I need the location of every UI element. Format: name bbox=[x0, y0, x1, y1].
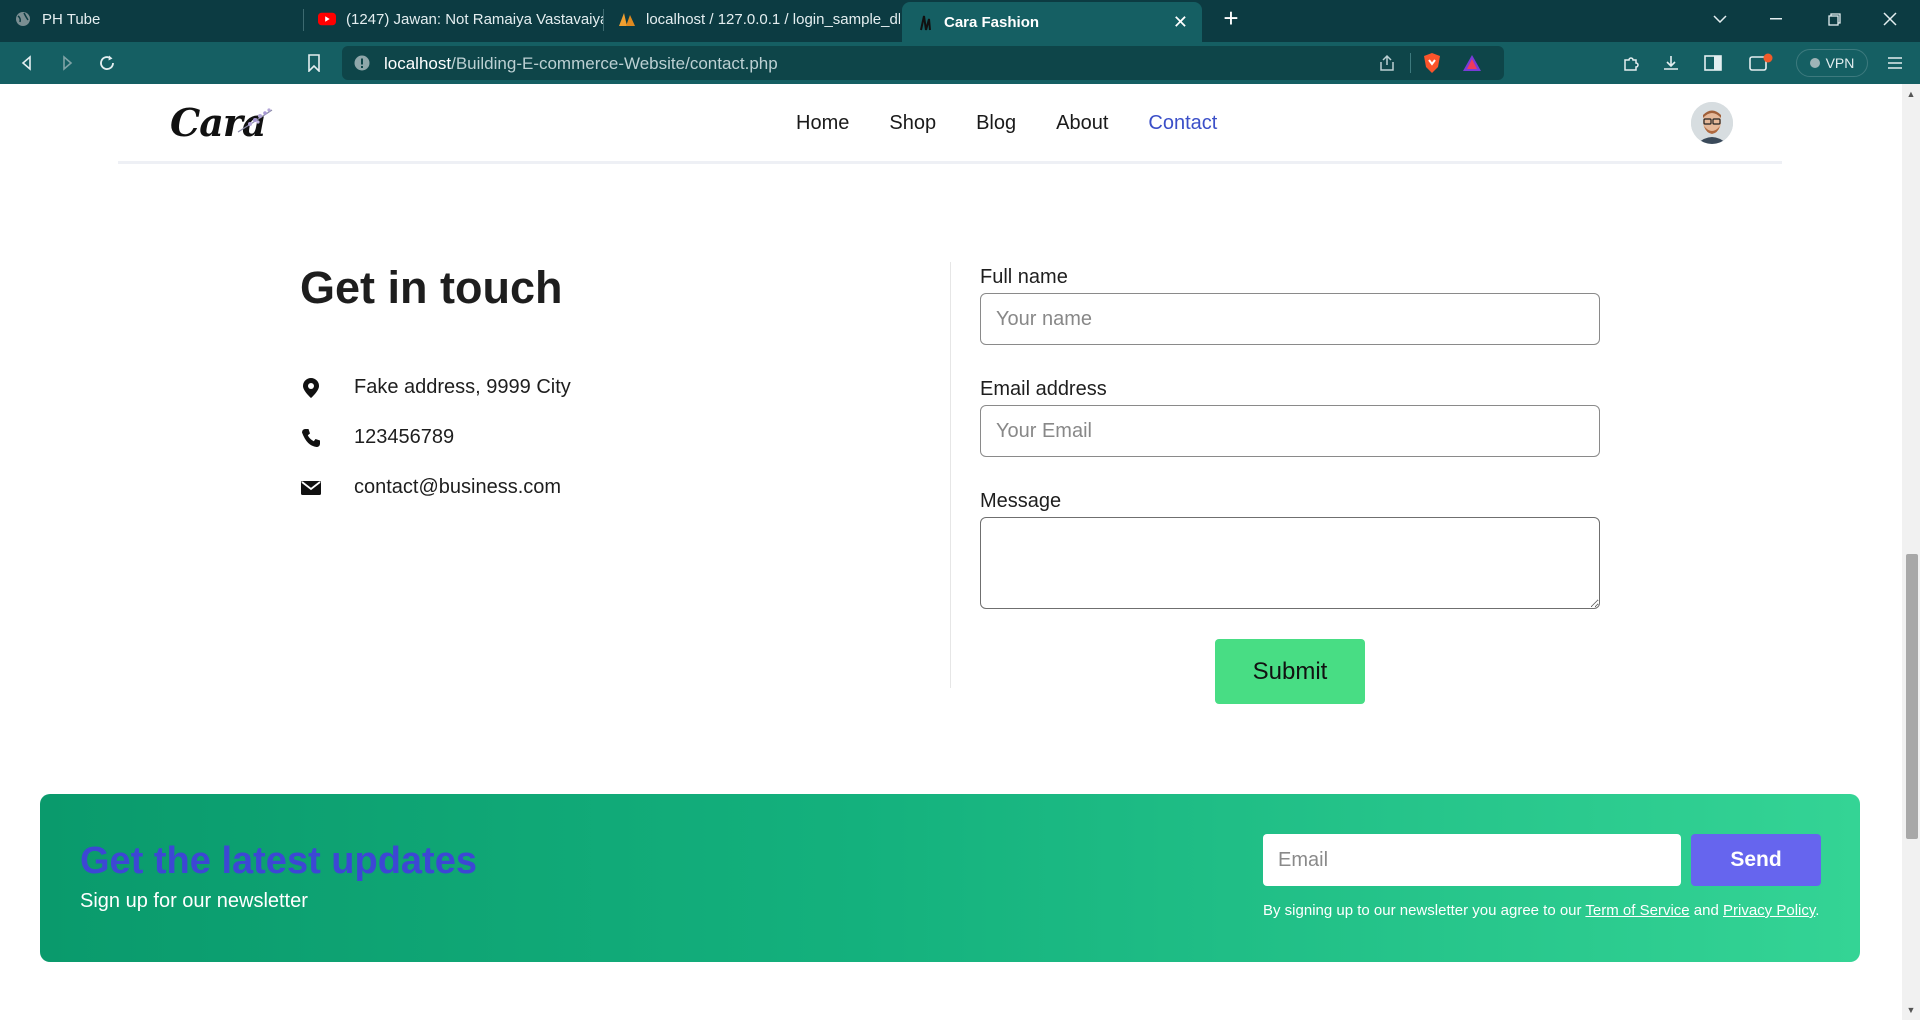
url-text: localhost/Building-E-commerce-Website/co… bbox=[384, 54, 778, 73]
tab-title: Cara Fashion bbox=[944, 13, 1040, 31]
bookmark-icon bbox=[308, 54, 320, 72]
full-name-label: Full name bbox=[980, 266, 1068, 288]
phpmyadmin-icon bbox=[618, 10, 636, 28]
reload-icon bbox=[100, 55, 114, 70]
wallet-icon bbox=[1749, 53, 1773, 71]
browser-tab-bar: PH Tube (1247) Jawan: Not Ramaiya Vastav… bbox=[0, 0, 1920, 42]
sidebar-icon bbox=[1704, 55, 1722, 71]
close-icon[interactable]: ✕ bbox=[1173, 12, 1188, 33]
email-input[interactable] bbox=[980, 405, 1600, 457]
download-icon bbox=[1664, 56, 1678, 70]
forward-button[interactable] bbox=[52, 48, 82, 78]
page-scrollbar[interactable]: ▲ ▼ bbox=[1902, 84, 1920, 1020]
send-button[interactable]: Send bbox=[1691, 834, 1821, 886]
main-nav: Home Shop Blog About Contact bbox=[796, 112, 1217, 135]
vpn-button[interactable]: VPN bbox=[1796, 49, 1868, 77]
privacy-policy-link[interactable]: Privacy Policy bbox=[1723, 902, 1815, 919]
page-title: Get in touch bbox=[300, 262, 563, 313]
phone-row: 123456789 bbox=[300, 426, 454, 449]
avatar[interactable] bbox=[1691, 102, 1733, 144]
browser-toolbar: localhost/Building-E-commerce-Website/co… bbox=[0, 42, 1920, 84]
web-page: Cara Home Shop Blog About Contact Get in… bbox=[0, 84, 1902, 1020]
newsletter-banner: Get the latest updates Sign up for our n… bbox=[40, 794, 1860, 962]
envelope-icon bbox=[300, 477, 322, 499]
scroll-up-icon[interactable]: ▲ bbox=[1906, 89, 1916, 99]
extensions-button[interactable] bbox=[1616, 48, 1646, 78]
newsletter-title: Get the latest updates bbox=[80, 840, 477, 882]
location-pin-icon bbox=[300, 377, 322, 399]
scroll-thumb[interactable] bbox=[1906, 554, 1918, 839]
menu-button[interactable] bbox=[1880, 48, 1910, 78]
submit-button[interactable]: Submit bbox=[1215, 639, 1365, 704]
phone-text: 123456789 bbox=[354, 426, 455, 448]
newsletter-terms: By signing up to our newsletter you agre… bbox=[1263, 902, 1820, 919]
nav-shop[interactable]: Shop bbox=[889, 112, 936, 135]
minimize-button[interactable] bbox=[1748, 0, 1804, 38]
tab-list-button[interactable] bbox=[1692, 0, 1748, 38]
nav-home[interactable]: Home bbox=[796, 112, 849, 135]
puzzle-icon bbox=[1624, 57, 1639, 71]
reload-button[interactable] bbox=[92, 48, 122, 78]
address-bar[interactable]: localhost/Building-E-commerce-Website/co… bbox=[342, 46, 1504, 80]
brave-rewards-icon[interactable] bbox=[1462, 54, 1482, 77]
full-name-input[interactable] bbox=[980, 293, 1600, 345]
newsletter-email-input[interactable] bbox=[1263, 834, 1681, 886]
back-button[interactable] bbox=[12, 48, 42, 78]
address-row: Fake address, 9999 City bbox=[300, 376, 571, 399]
nav-about[interactable]: About bbox=[1056, 112, 1108, 135]
tab-title: PH Tube bbox=[42, 10, 101, 28]
column-divider bbox=[950, 262, 951, 688]
nav-contact[interactable]: Contact bbox=[1148, 112, 1217, 135]
brave-shield-icon[interactable] bbox=[1422, 52, 1442, 79]
browser-tab[interactable]: (1247) Jawan: Not Ramaiya Vastavaiya bbox=[304, 0, 604, 38]
restore-button[interactable] bbox=[1806, 0, 1862, 38]
tab-title: localhost / 127.0.0.1 / login_sample_db bbox=[646, 10, 900, 28]
vpn-status-icon bbox=[1809, 58, 1820, 68]
globe-icon bbox=[14, 10, 32, 28]
close-window-button[interactable] bbox=[1862, 0, 1918, 38]
email-row: contact@business.com bbox=[300, 476, 561, 499]
downloads-button[interactable] bbox=[1656, 48, 1686, 78]
back-icon bbox=[21, 55, 31, 71]
bookmark-button[interactable] bbox=[299, 48, 329, 78]
browser-tab[interactable]: PH Tube bbox=[0, 0, 304, 38]
newsletter-subtitle: Sign up for our newsletter bbox=[80, 890, 308, 912]
wallet-button[interactable] bbox=[1746, 48, 1776, 78]
nav-blog[interactable]: Blog bbox=[976, 112, 1016, 135]
message-label: Message bbox=[980, 490, 1062, 512]
address-text: Fake address, 9999 City bbox=[354, 376, 571, 398]
info-icon[interactable] bbox=[354, 55, 370, 76]
scroll-down-icon[interactable]: ▼ bbox=[1906, 1005, 1916, 1015]
site-header: Cara Home Shop Blog About Contact bbox=[118, 84, 1782, 164]
lavender-icon bbox=[237, 108, 273, 133]
new-tab-button[interactable]: + bbox=[1216, 4, 1246, 34]
message-textarea[interactable] bbox=[980, 517, 1600, 609]
phone-icon bbox=[300, 427, 322, 449]
terms-of-service-link[interactable]: Term of Service bbox=[1585, 902, 1689, 919]
browser-tab[interactable]: localhost / 127.0.0.1 / login_sample_db bbox=[604, 0, 900, 38]
youtube-icon bbox=[318, 10, 336, 28]
email-text: contact@business.com bbox=[354, 476, 562, 498]
cara-icon bbox=[916, 13, 934, 31]
sidebar-button[interactable] bbox=[1698, 48, 1728, 78]
share-icon[interactable] bbox=[1378, 54, 1396, 77]
email-label: Email address bbox=[980, 378, 1107, 400]
tab-title: (1247) Jawan: Not Ramaiya Vastavaiya bbox=[346, 10, 604, 28]
forward-icon bbox=[63, 55, 73, 71]
hamburger-icon bbox=[1888, 57, 1902, 69]
browser-tab-active[interactable]: Cara Fashion ✕ bbox=[902, 2, 1202, 42]
